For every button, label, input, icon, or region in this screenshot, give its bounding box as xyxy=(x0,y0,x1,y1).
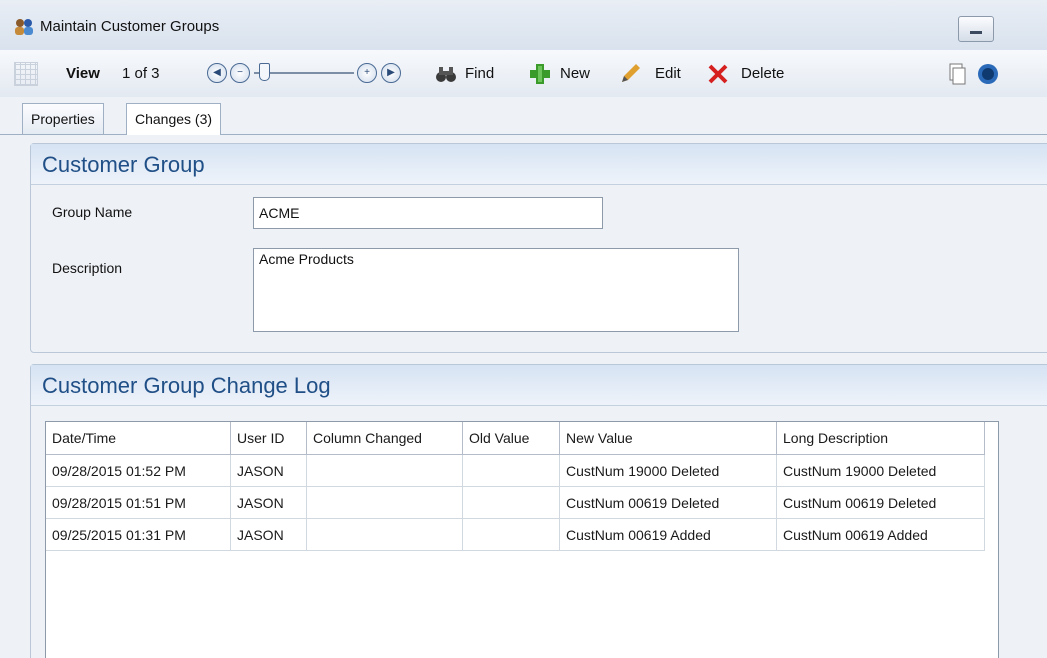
cell-user-id: JASON xyxy=(230,486,307,519)
toolbar: View 1 of 3 ◀ − + ▶ Find New Edit Delete xyxy=(0,50,1047,98)
zoom-out-icon[interactable]: − xyxy=(230,63,250,83)
cell-long-description: CustNum 00619 Added xyxy=(776,518,985,551)
app-users-icon xyxy=(15,19,33,35)
plus-icon[interactable] xyxy=(528,62,552,86)
column-header-new-value[interactable]: New Value xyxy=(559,422,777,455)
tab-properties[interactable]: Properties xyxy=(22,103,104,134)
description-label: Description xyxy=(52,260,123,276)
customer-group-header: Customer Group xyxy=(31,144,1047,185)
window: Maintain Customer Groups View 1 of 3 ◀ −… xyxy=(0,0,1047,658)
title-bar: Maintain Customer Groups xyxy=(0,0,1047,51)
find-button[interactable]: Find xyxy=(465,65,494,82)
cell-new-value: CustNum 19000 Deleted xyxy=(559,454,777,487)
table-header-row: Date/Time User ID Column Changed Old Val… xyxy=(46,422,985,455)
column-header-old-value[interactable]: Old Value xyxy=(462,422,560,455)
cell-old-value xyxy=(462,518,560,551)
cell-user-id: JASON xyxy=(230,518,307,551)
x-icon[interactable] xyxy=(706,62,730,86)
minimize-button[interactable] xyxy=(958,16,994,42)
cell-new-value: CustNum 00619 Deleted xyxy=(559,486,777,519)
column-header-long-description[interactable]: Long Description xyxy=(776,422,985,455)
cell-old-value xyxy=(462,486,560,519)
table-row[interactable]: 09/25/2015 01:31 PM JASON CustNum 00619 … xyxy=(46,518,985,551)
cell-column-changed xyxy=(306,454,463,487)
column-header-date-time[interactable]: Date/Time xyxy=(46,422,231,455)
description-field[interactable]: Acme Products xyxy=(253,248,739,332)
new-button[interactable]: New xyxy=(560,65,590,82)
cell-new-value: CustNum 00619 Added xyxy=(559,518,777,551)
view-button[interactable]: View xyxy=(66,65,100,82)
window-title: Maintain Customer Groups xyxy=(40,18,220,35)
cell-long-description: CustNum 19000 Deleted xyxy=(776,454,985,487)
tab-strip: Properties Changes (3) xyxy=(0,97,1047,135)
last-record-icon[interactable]: ▶ xyxy=(381,63,401,83)
edit-button[interactable]: Edit xyxy=(655,65,681,82)
column-header-column-changed[interactable]: Column Changed xyxy=(306,422,463,455)
grid-icon[interactable] xyxy=(14,62,38,86)
change-log-title: Customer Group Change Log xyxy=(42,373,331,398)
cell-old-value xyxy=(462,454,560,487)
change-log-header: Customer Group Change Log xyxy=(31,365,1047,406)
cell-date-time: 09/28/2015 01:51 PM xyxy=(46,486,231,519)
column-header-user-id[interactable]: User ID xyxy=(230,422,307,455)
cell-date-time: 09/28/2015 01:52 PM xyxy=(46,454,231,487)
group-name-label: Group Name xyxy=(52,204,133,220)
copy-icon[interactable] xyxy=(944,62,968,86)
change-log-table: Date/Time User ID Column Changed Old Val… xyxy=(46,422,985,551)
help-icon[interactable] xyxy=(976,62,1000,86)
group-name-input[interactable] xyxy=(253,197,603,229)
zoom-slider-thumb[interactable] xyxy=(259,63,270,81)
cell-date-time: 09/25/2015 01:31 PM xyxy=(46,518,231,551)
customer-group-title: Customer Group xyxy=(42,152,205,177)
tab-changes[interactable]: Changes (3) xyxy=(126,103,222,135)
change-log-grid[interactable]: Date/Time User ID Column Changed Old Val… xyxy=(45,421,999,658)
first-record-icon[interactable]: ◀ xyxy=(207,63,227,83)
cell-column-changed xyxy=(306,486,463,519)
pencil-icon[interactable] xyxy=(618,62,642,86)
record-position: 1 of 3 xyxy=(122,65,160,82)
table-row[interactable]: 09/28/2015 01:52 PM JASON CustNum 19000 … xyxy=(46,454,985,487)
cell-long-description: CustNum 00619 Deleted xyxy=(776,486,985,519)
delete-button[interactable]: Delete xyxy=(741,65,784,82)
zoom-in-icon[interactable]: + xyxy=(357,63,377,83)
cell-column-changed xyxy=(306,518,463,551)
table-row[interactable]: 09/28/2015 01:51 PM JASON CustNum 00619 … xyxy=(46,486,985,519)
cell-user-id: JASON xyxy=(230,454,307,487)
binoculars-icon[interactable] xyxy=(434,62,458,86)
